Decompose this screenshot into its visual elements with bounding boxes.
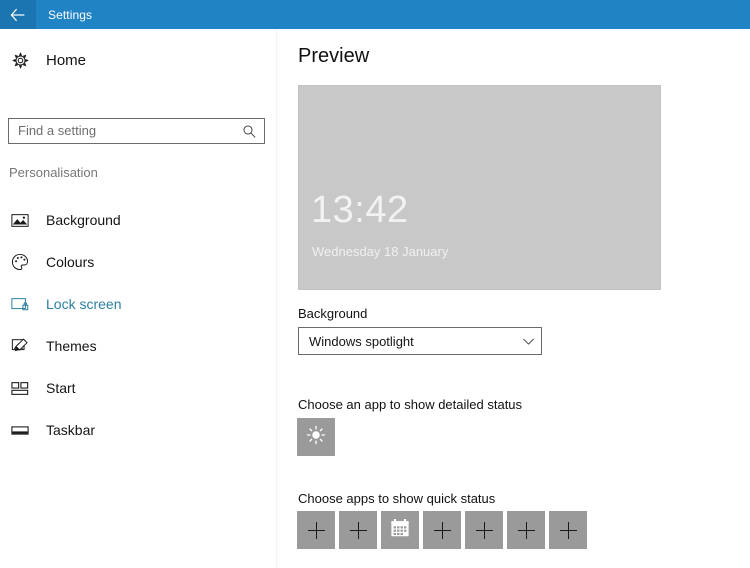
back-arrow-icon — [10, 8, 26, 22]
plus-icon — [559, 521, 577, 539]
gear-icon — [10, 50, 30, 70]
background-label: Background — [298, 306, 368, 321]
sidebar-item-start[interactable]: Start — [0, 367, 277, 409]
quick-status-tile-7[interactable] — [549, 511, 587, 549]
background-dropdown-value: Windows spotlight — [309, 333, 414, 349]
plus-icon — [307, 521, 325, 539]
sidebar-section-header: Personalisation — [9, 165, 98, 180]
settings-window: Settings Home Find a setting Personalisa… — [0, 0, 750, 568]
brush-icon — [10, 336, 30, 356]
page-title: Preview — [298, 45, 370, 67]
sidebar-item-background[interactable]: Background — [0, 199, 277, 241]
calendar-icon — [389, 517, 411, 544]
sidebar-item-home-label: Home — [46, 51, 87, 69]
detailed-status-tile-1[interactable] — [297, 418, 335, 456]
quick-status-label: Choose apps to show quick status — [298, 491, 496, 506]
search-box[interactable] — [8, 118, 265, 144]
window-title: Settings — [48, 7, 93, 22]
quick-status-tile-5[interactable] — [465, 511, 503, 549]
quick-status-tile-6[interactable] — [507, 511, 545, 549]
plus-icon — [433, 521, 451, 539]
sidebar-item-colours[interactable]: Colours — [0, 241, 277, 283]
lockscreen-icon — [10, 294, 30, 314]
quick-status-tile-4[interactable] — [423, 511, 461, 549]
sidebar-item-background-label: Background — [46, 212, 121, 228]
sidebar-item-themes[interactable]: Themes — [0, 325, 277, 367]
weather-sun-icon — [306, 425, 326, 450]
preview-date: Wednesday 18 January — [312, 244, 449, 259]
detailed-status-label: Choose an app to show detailed status — [298, 397, 523, 412]
main-pane: Preview 13:42 Wednesday 18 January Backg… — [277, 29, 750, 568]
sidebar-item-taskbar[interactable]: Taskbar — [0, 409, 277, 451]
window-content: Home Personalisation — [0, 29, 750, 568]
quick-status-tile-row — [297, 511, 587, 549]
search-input[interactable] — [9, 119, 237, 143]
sidebar-item-themes-label: Themes — [46, 338, 97, 354]
sidebar-item-start-label: Start — [46, 380, 76, 396]
plus-icon — [475, 521, 493, 539]
taskbar-icon — [10, 420, 30, 440]
sidebar-item-lock-screen-label: Lock screen — [46, 296, 122, 312]
palette-icon — [10, 252, 30, 272]
title-bar: Settings — [0, 0, 750, 29]
sidebar: Home Personalisation — [0, 29, 277, 568]
quick-status-tile-3[interactable] — [381, 511, 419, 549]
quick-status-tile-2[interactable] — [339, 511, 377, 549]
sidebar-item-lock-screen[interactable]: Lock screen — [0, 283, 277, 325]
search-icon[interactable] — [237, 119, 261, 143]
tiles-icon — [10, 378, 30, 398]
preview-clock: 13:42 — [311, 189, 409, 231]
plus-icon — [517, 521, 535, 539]
sidebar-nav-list: Background Colours Lock screen Themes St… — [0, 199, 277, 451]
image-icon — [10, 210, 30, 230]
back-button[interactable] — [0, 0, 36, 29]
background-dropdown[interactable]: Windows spotlight — [298, 327, 542, 355]
sidebar-item-taskbar-label: Taskbar — [46, 422, 96, 438]
detailed-status-tile-row — [297, 418, 335, 456]
sidebar-item-colours-label: Colours — [46, 254, 95, 270]
plus-icon — [349, 521, 367, 539]
sidebar-item-home[interactable]: Home — [10, 46, 86, 74]
chevron-down-icon — [515, 328, 541, 354]
lock-screen-preview: 13:42 Wednesday 18 January — [298, 85, 661, 290]
quick-status-tile-1[interactable] — [297, 511, 335, 549]
